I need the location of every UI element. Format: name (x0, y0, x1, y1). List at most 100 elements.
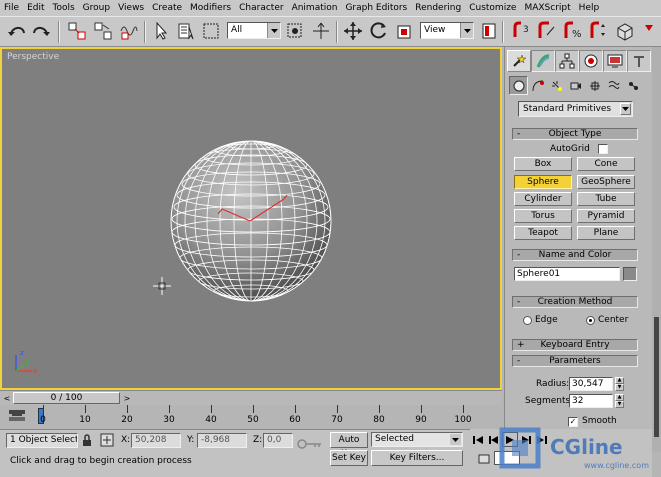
menu-animation[interactable]: Animation (292, 3, 338, 13)
display-tab-icon[interactable] (603, 50, 627, 72)
plane-button[interactable]: Plane (577, 226, 635, 240)
object-name-field[interactable]: Sphere01 (514, 267, 620, 281)
menu-views[interactable]: Views (118, 3, 144, 13)
next-frame-icon[interactable] (518, 432, 534, 447)
spinner-snap-icon[interactable] (588, 20, 610, 42)
menu-rendering[interactable]: Rendering (415, 3, 461, 13)
geometry-icon[interactable] (509, 76, 528, 95)
perspective-viewport[interactable]: Perspective z x y (0, 47, 502, 390)
named-selection-icon[interactable] (614, 20, 636, 42)
time-slider[interactable]: 0 / 100 < > (0, 390, 502, 405)
x-coord-field[interactable]: 50,208 (131, 433, 181, 448)
undo-icon[interactable] (6, 20, 28, 42)
radius-field[interactable]: 30,547 (569, 377, 613, 391)
current-frame-field[interactable] (494, 451, 520, 465)
percent-snap-icon[interactable]: % (562, 20, 584, 42)
redo-icon[interactable] (30, 20, 52, 42)
menu-tools[interactable]: Tools (53, 3, 75, 13)
play-icon[interactable] (502, 432, 518, 447)
lock-icon[interactable] (81, 434, 93, 450)
teapot-button[interactable]: Teapot (514, 226, 572, 240)
creation-method-rollout-header[interactable]: - Creation Method (512, 296, 638, 308)
bind-to-space-warp-icon[interactable] (118, 20, 140, 42)
space-warps-icon[interactable] (604, 76, 623, 95)
cameras-icon[interactable] (566, 76, 585, 95)
pyramid-button[interactable]: Pyramid (577, 209, 635, 223)
key-mode-toggle-icon[interactable] (476, 451, 492, 466)
menu-create[interactable]: Create (152, 3, 182, 13)
go-to-start-icon[interactable] (470, 432, 486, 447)
select-and-move-icon[interactable] (342, 20, 364, 42)
menu-maxscript[interactable]: MAXScript (524, 3, 570, 13)
set-key-button[interactable]: Set Key (330, 450, 368, 466)
edge-radio[interactable] (523, 316, 532, 325)
key-mode-dropdown[interactable]: Selected (371, 432, 463, 447)
menu-graph-editors[interactable]: Graph Editors (345, 3, 407, 13)
time-slider-right-arrow[interactable]: > (122, 393, 132, 404)
go-to-end-icon[interactable] (534, 432, 550, 447)
trackbar[interactable]: 0 10 20 30 40 50 60 70 80 90 100 (0, 405, 502, 429)
select-and-link-icon[interactable] (66, 20, 88, 42)
helpers-icon[interactable] (585, 76, 604, 95)
scrollbar-thumb[interactable] (654, 317, 659, 437)
selection-filter-dropdown[interactable]: All (227, 22, 281, 39)
name-and-color-rollout-header[interactable]: - Name and Color (512, 249, 638, 261)
command-panel-scrollbar[interactable] (652, 47, 661, 452)
select-and-rotate-icon[interactable] (368, 20, 390, 42)
select-by-name-icon[interactable] (176, 20, 198, 42)
geosphere-button[interactable]: GeoSphere (577, 175, 635, 189)
radius-spinner[interactable]: ▲ ▼ (615, 377, 624, 391)
object-type-rollout-header[interactable]: - Object Type (512, 128, 638, 140)
menu-character[interactable]: Character (239, 3, 283, 13)
rectangular-selection-icon[interactable] (200, 20, 222, 42)
hierarchy-tab-icon[interactable] (555, 50, 579, 72)
angle-snap-icon[interactable] (536, 20, 558, 42)
menu-edit[interactable]: Edit (27, 3, 44, 13)
keyboard-entry-rollout-header[interactable]: + Keyboard Entry (512, 339, 638, 351)
select-object-icon[interactable] (150, 20, 172, 42)
time-slider-left-arrow[interactable]: < (2, 393, 12, 404)
parameters-rollout-header[interactable]: - Parameters (512, 355, 638, 367)
torus-button[interactable]: Torus (514, 209, 572, 223)
select-and-scale-icon[interactable] (394, 20, 416, 42)
create-tab-icon[interactable] (507, 50, 531, 72)
reference-coordinate-dropdown[interactable]: View (420, 22, 474, 39)
z-coord-field[interactable]: 0,0 (263, 433, 293, 448)
smooth-checkbox[interactable]: ✓ (568, 417, 578, 427)
cone-button[interactable]: Cone (577, 157, 635, 171)
menu-help[interactable]: Help (579, 3, 600, 13)
systems-icon[interactable] (623, 76, 642, 95)
time-slider-thumb[interactable]: 0 / 100 (13, 392, 120, 404)
center-radio[interactable] (586, 316, 595, 325)
box-button[interactable]: Box (514, 157, 572, 171)
absolute-mode-icon[interactable] (100, 433, 114, 450)
menu-file[interactable]: File (4, 3, 19, 13)
category-dropdown[interactable]: Standard Primitives (518, 101, 633, 117)
previous-frame-icon[interactable] (486, 432, 502, 447)
lights-icon[interactable] (547, 76, 566, 95)
menu-group[interactable]: Group (83, 3, 110, 13)
segments-field[interactable]: 32 (569, 394, 613, 408)
key-filters-button[interactable]: Key Filters... (371, 450, 463, 466)
snaps-toggle-icon[interactable]: 3 (510, 20, 532, 42)
y-coord-field[interactable]: -8,968 (197, 433, 247, 448)
menu-modifiers[interactable]: Modifiers (190, 3, 231, 13)
unlink-selection-icon[interactable] (92, 20, 114, 42)
utilities-tab-icon[interactable] (627, 50, 651, 72)
sphere-button[interactable]: Sphere (514, 175, 572, 189)
object-color-swatch[interactable] (623, 267, 637, 281)
motion-tab-icon[interactable] (579, 50, 603, 72)
use-pivot-center-icon[interactable] (478, 20, 500, 42)
curve-editor-icon[interactable] (8, 408, 26, 427)
select-and-move-pivot-icon[interactable] (310, 20, 332, 42)
tube-button[interactable]: Tube (577, 192, 635, 206)
select-crossing-icon[interactable] (284, 20, 306, 42)
menu-customize[interactable]: Customize (469, 3, 516, 13)
segments-spinner[interactable]: ▲ ▼ (615, 394, 624, 408)
auto-key-button[interactable]: Auto Key (330, 432, 368, 459)
shapes-icon[interactable] (528, 76, 547, 95)
cylinder-button[interactable]: Cylinder (514, 192, 572, 206)
autogrid-checkbox[interactable] (598, 144, 608, 154)
modify-tab-icon[interactable] (531, 50, 555, 72)
toolbar-more-icon[interactable] (640, 20, 658, 42)
